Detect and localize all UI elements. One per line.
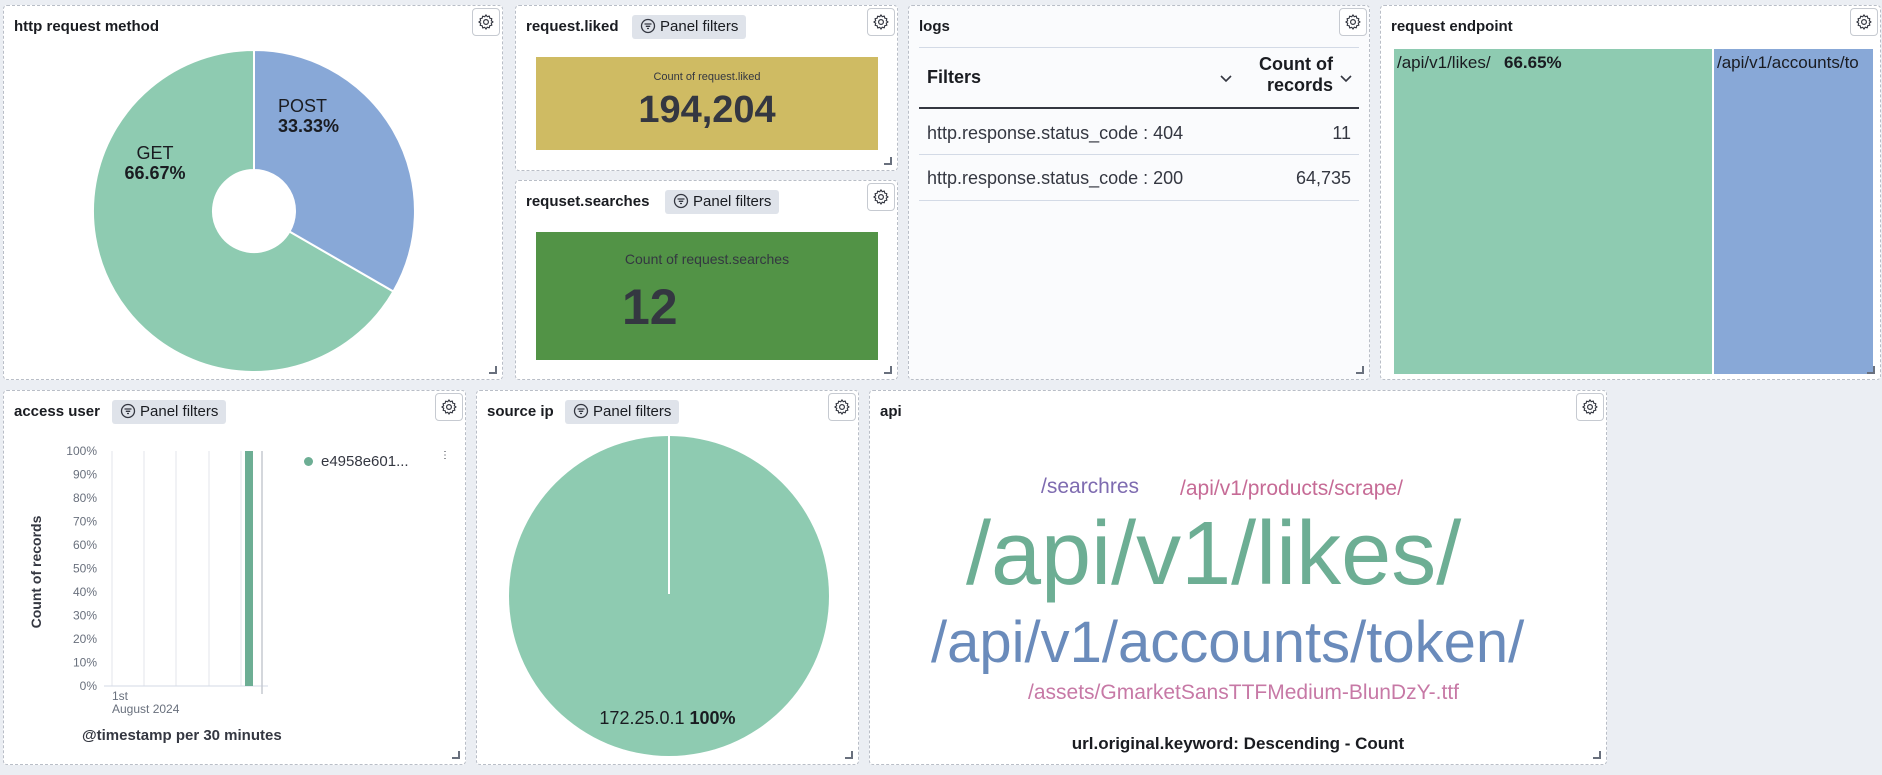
slice-label-get-pct: 66.67% xyxy=(124,163,186,183)
treemap-percent: 66.65% xyxy=(1504,53,1562,72)
panel-request-endpoint: request endpoint /api/v1/likes/ 66.65% /… xyxy=(1380,5,1881,380)
word-products-scrape[interactable]: /api/v1/products/scrape/ xyxy=(1180,477,1403,501)
gear-icon[interactable] xyxy=(1339,8,1367,36)
panel-filters-badge[interactable]: Panel filters xyxy=(632,15,747,39)
panel-access-user: access user Panel filters 100% 90% 80% 70% 6… xyxy=(3,390,466,765)
panel-request-searches: requset.searches Panel filters Count of … xyxy=(515,180,898,380)
chevron-down-icon[interactable] xyxy=(1219,74,1233,84)
cell-count: 64,735 xyxy=(1295,168,1351,188)
y-tick-label: 40% xyxy=(73,585,97,599)
word-accounts-token[interactable]: /api/v1/accounts/token/ xyxy=(931,609,1524,676)
legend-item[interactable]: e4958e601... xyxy=(304,453,409,470)
panel-request-liked: request.liked Panel filters Count of req… xyxy=(515,5,898,171)
cell-count: 11 xyxy=(1332,123,1351,143)
metric-tile: Count of request.liked 194,204 xyxy=(536,57,878,150)
table-row: http.response.status_code : 200 64,735 xyxy=(919,156,1359,201)
column-header-count[interactable]: Count of records xyxy=(1253,54,1333,96)
cell-filter: http.response.status_code : 404 xyxy=(927,123,1184,143)
filter-icon xyxy=(640,18,656,34)
metric-tile: Count of request.searches 12 xyxy=(536,232,878,360)
word-searchres[interactable]: /searchres xyxy=(1041,475,1139,499)
x-tick-month: August 2024 xyxy=(112,702,180,716)
y-tick-label: 30% xyxy=(73,609,97,623)
y-tick-label: 100% xyxy=(66,444,97,458)
metric-label: Count of request.searches xyxy=(624,251,790,267)
y-tick-label: 0% xyxy=(80,679,98,693)
panel-source-ip: source ip Panel filters 172.25.0.1 100% xyxy=(476,390,859,765)
metric-value: 194,204 xyxy=(638,89,776,131)
pie-label: 172.25.0.1 100% xyxy=(477,708,858,729)
resize-handle[interactable] xyxy=(1593,751,1601,759)
panel-filters-badge[interactable]: Panel filters xyxy=(665,190,780,214)
pie-label-ip: 172.25.0.1 xyxy=(599,708,685,728)
y-tick-label: 20% xyxy=(73,632,97,646)
legend-swatch xyxy=(304,457,313,466)
wordcloud-footer: url.original.keyword: Descending - Count xyxy=(1071,734,1405,753)
slice-label-get-name: GET xyxy=(136,143,174,163)
gear-icon[interactable] xyxy=(867,8,895,36)
panel-title: request.liked xyxy=(526,18,619,35)
panel-api: api /searchres /api/v1/products/scrape/ … xyxy=(869,390,1607,765)
donut-chart xyxy=(91,48,416,373)
panel-logs: logs Filters Count of records http.respo… xyxy=(908,5,1370,380)
treemap-cell-accounts[interactable]: /api/v1/accounts/to xyxy=(1714,49,1873,374)
treemap-label: /api/v1/likes/ xyxy=(1397,53,1491,72)
panel-filters-label: Panel filters xyxy=(693,193,772,210)
treemap-cell-likes[interactable]: /api/v1/likes/ 66.65% xyxy=(1394,49,1712,374)
word-assets-font[interactable]: /assets/GmarketSansTTFMedium-BlunDzY-.tt… xyxy=(1028,681,1459,705)
y-tick-label: 90% xyxy=(73,468,97,482)
chevron-down-icon[interactable] xyxy=(1339,74,1353,84)
slice-label-post-name: POST xyxy=(278,96,328,116)
resize-handle[interactable] xyxy=(1867,366,1875,374)
y-tick-label: 70% xyxy=(73,515,97,529)
panel-filters-label: Panel filters xyxy=(660,18,739,35)
gear-icon[interactable] xyxy=(867,183,895,211)
gear-icon[interactable] xyxy=(1576,393,1604,421)
y-tick-label: 80% xyxy=(73,491,97,505)
panel-title: api xyxy=(880,403,902,420)
word-likes[interactable]: /api/v1/likes/ xyxy=(966,503,1461,606)
resize-handle[interactable] xyxy=(1356,366,1364,374)
slice-label-post-pct: 33.33% xyxy=(278,116,340,136)
legend-label: e4958e601... xyxy=(321,453,409,470)
y-tick-label: 50% xyxy=(73,562,97,576)
legend-more-icon[interactable]: ⋮ xyxy=(440,451,450,461)
resize-handle[interactable] xyxy=(489,366,497,374)
slice-label-post: POST 33.33% xyxy=(278,96,339,136)
panel-http-request-method: http request method GET 66.67% POST 33.3… xyxy=(3,5,503,380)
x-tick-day: 1st xyxy=(112,689,129,703)
gear-icon[interactable] xyxy=(1850,8,1878,36)
metric-label: Count of request.liked xyxy=(653,71,761,83)
filter-icon xyxy=(673,193,689,209)
table-row: http.response.status_code : 404 11 xyxy=(919,111,1359,155)
bar-chart: 100% 90% 80% 70% 60% 50% 40% 30% 20% 10% 0% xyxy=(66,444,268,694)
slice-label-get: GET 66.67% xyxy=(112,143,198,183)
treemap-label: /api/v1/accounts/to xyxy=(1717,53,1859,72)
pie-label-pct: 100% xyxy=(689,708,736,728)
panel-title: requset.searches xyxy=(526,193,650,210)
cell-filter: http.response.status_code : 200 xyxy=(927,168,1184,188)
y-tick-label: 10% xyxy=(73,656,97,670)
column-header-filters[interactable]: Filters xyxy=(927,67,981,88)
metric-value: 12 xyxy=(622,279,678,335)
resize-handle[interactable] xyxy=(452,751,460,759)
x-axis-title: @timestamp per 30 minutes xyxy=(82,727,282,744)
bar[interactable] xyxy=(245,451,253,686)
table-header: Filters Count of records xyxy=(919,47,1359,109)
resize-handle[interactable] xyxy=(845,751,853,759)
resize-handle[interactable] xyxy=(884,157,892,165)
panel-title: logs xyxy=(919,18,950,35)
panel-title: request endpoint xyxy=(1391,18,1513,35)
resize-handle[interactable] xyxy=(884,366,892,374)
y-axis-title: Count of records xyxy=(28,515,44,629)
y-tick-label: 60% xyxy=(73,538,97,552)
